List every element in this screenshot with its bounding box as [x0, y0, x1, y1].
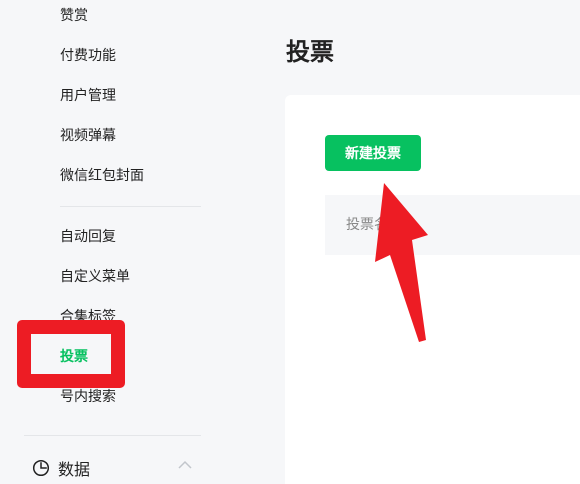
- sidebar-item-red-packet-cover[interactable]: 微信红包封面: [60, 166, 144, 186]
- sidebar-item-custom-menu[interactable]: 自定义菜单: [60, 267, 130, 287]
- sidebar-section-label: 数据: [58, 460, 91, 479]
- sidebar-item-paid-features[interactable]: 付费功能: [60, 46, 116, 66]
- vote-table-header: 投票名称: [325, 195, 580, 255]
- sidebar-item-user-management[interactable]: 用户管理: [60, 86, 116, 106]
- sidebar-item-in-account-search[interactable]: 号内搜索: [60, 387, 116, 407]
- new-vote-button[interactable]: 新建投票: [325, 135, 421, 171]
- sidebar-item-auto-reply[interactable]: 自动回复: [60, 227, 116, 247]
- sidebar-item-video-danmaku[interactable]: 视频弹幕: [60, 126, 116, 146]
- clock-pie-icon: [32, 459, 50, 477]
- sidebar-item-vote[interactable]: 投票: [60, 347, 88, 367]
- sidebar: 赞赏 付费功能 用户管理 视频弹幕 微信红包封面 自动回复 自定义菜单 合集标签…: [0, 0, 225, 484]
- column-header-vote-name: 投票名称: [346, 217, 402, 233]
- sidebar-item-collection-tags[interactable]: 合集标签: [60, 307, 116, 327]
- sidebar-divider: [60, 206, 201, 207]
- sidebar-item-reward[interactable]: 赞赏: [60, 6, 88, 26]
- app-root: 赞赏 付费功能 用户管理 视频弹幕 微信红包封面 自动回复 自定义菜单 合集标签…: [0, 0, 580, 484]
- sidebar-section-data[interactable]: 数据: [32, 456, 90, 480]
- page-title: 投票: [286, 38, 334, 66]
- chevron-up-icon[interactable]: [178, 460, 192, 470]
- sidebar-divider: [24, 435, 201, 436]
